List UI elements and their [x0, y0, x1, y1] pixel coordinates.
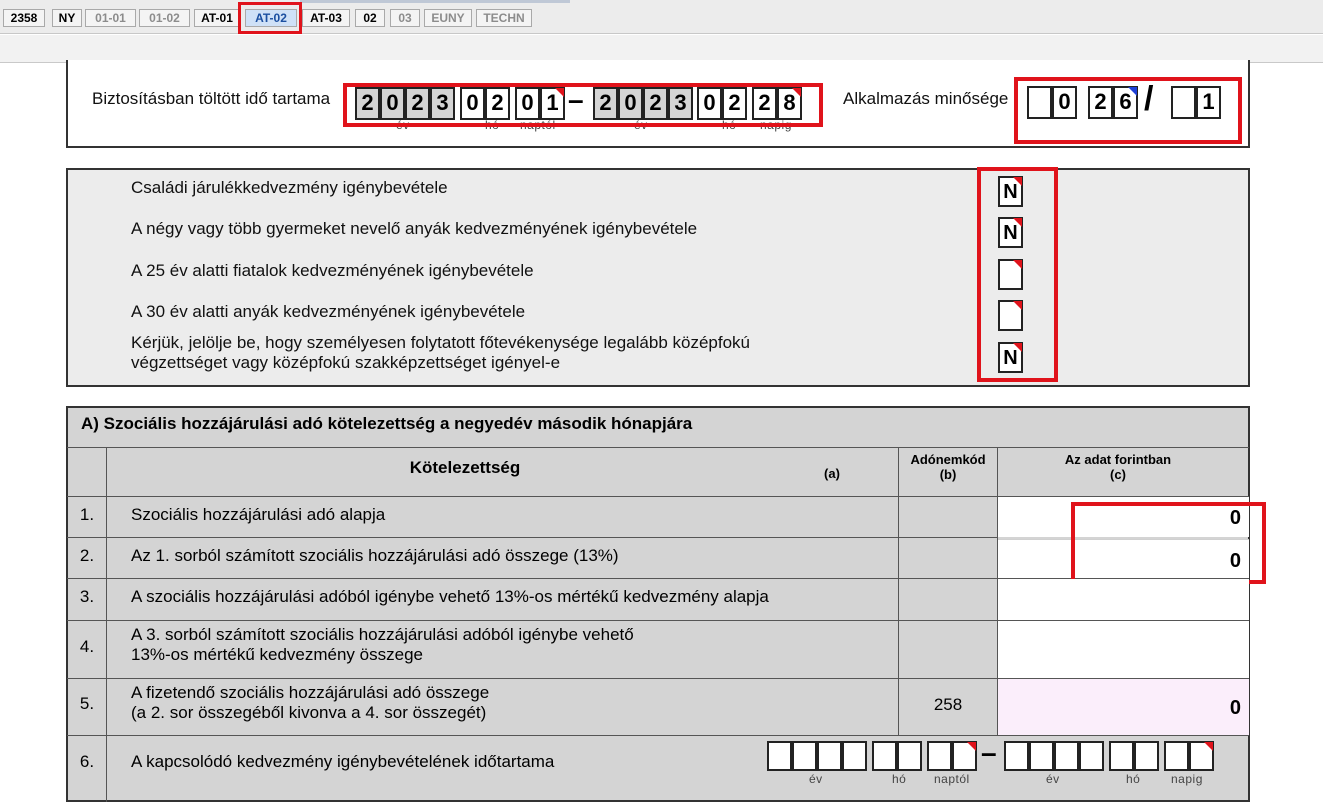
secondary-toolbar — [0, 35, 1323, 63]
employment-quality-highlight-frame — [1014, 77, 1242, 144]
row-number: 3. — [79, 587, 95, 606]
benefit-question-1: Családi járulékkedvezmény igénybevétele — [131, 178, 448, 197]
row-number: 4. — [79, 637, 95, 656]
tab-03[interactable]: 03 — [390, 9, 420, 27]
row-number: 1. — [79, 505, 95, 524]
row6-to-year-digit-4[interactable] — [1079, 741, 1104, 771]
row6-from-month-sublabel: hó — [892, 772, 907, 786]
benefit-question-5-line2: végzettséget vagy középfokú szakképzetts… — [131, 353, 561, 372]
employment-quality-label: Alkalmazás minősége — [843, 89, 1009, 108]
header-amount: Az adat forintban — [1064, 452, 1172, 467]
tab-01-02[interactable]: 01-02 — [139, 9, 190, 27]
row6-from-day-digit-2[interactable] — [952, 741, 977, 771]
row5-value-output: 0 — [998, 679, 1249, 735]
row4-value-input[interactable] — [998, 621, 1249, 678]
row-label: Szociális hozzájárulási adó alapja — [131, 505, 386, 524]
active-tab-highlight — [238, 2, 302, 34]
row6-from-year-digit-3[interactable] — [817, 741, 842, 771]
row6-to-year-sublabel: év — [1046, 772, 1060, 786]
row6-from-year-digit-2[interactable] — [792, 741, 817, 771]
row6-from-year-digit-1[interactable] — [767, 741, 792, 771]
header-obligation: Kötelezettség — [409, 458, 521, 477]
row3-value-input[interactable] — [998, 579, 1249, 620]
tab-01-01[interactable]: 01-01 — [85, 9, 136, 27]
table-line — [898, 447, 899, 735]
header-col-a: (a) — [824, 466, 840, 481]
row6-to-year-digit-1[interactable] — [1004, 741, 1029, 771]
tab-at-01[interactable]: AT-01 — [194, 9, 240, 27]
row6-separator: – — [981, 737, 997, 768]
row6-from-day-digit-1[interactable] — [927, 741, 952, 771]
benefit-question-2: A négy vagy több gyermeket nevelő anyák … — [131, 219, 698, 238]
table-line — [106, 447, 107, 802]
header-tax-code: Adónemkód — [910, 452, 986, 467]
tab-2358[interactable]: 2358 — [3, 9, 45, 27]
row6-from-month-digit-1[interactable] — [872, 741, 897, 771]
tabbar-accent-line — [300, 0, 570, 3]
benefit-question-4: A 30 év alatti anyák kedvezményének igén… — [131, 302, 526, 321]
row-number: 5. — [79, 694, 95, 713]
benefit-question-3: A 25 év alatti fiatalok kedvezményének i… — [131, 261, 534, 280]
values-highlight-frame — [1071, 502, 1266, 584]
benefit-answers-highlight-frame — [977, 167, 1058, 382]
row6-from-year-sublabel: év — [809, 772, 823, 786]
row6-from-year-digit-4[interactable] — [842, 741, 867, 771]
row6-from-day-sublabel: naptól — [934, 772, 970, 786]
row6-from-month-digit-2[interactable] — [897, 741, 922, 771]
row-label-line1: A 3. sorból számított szociális hozzájár… — [131, 625, 634, 644]
row-label-line1: A fizetendő szociális hozzájárulási adó … — [131, 683, 490, 702]
tab-at-03[interactable]: AT-03 — [302, 9, 350, 27]
row6-to-year-digit-3[interactable] — [1054, 741, 1079, 771]
table-line — [67, 537, 998, 538]
row-label-line2: (a 2. sor összegéből kivonva a 4. sor ös… — [131, 703, 487, 722]
row-label: A kapcsolódó kedvezmény igénybevételének… — [131, 752, 555, 771]
row6-to-year-digit-2[interactable] — [1029, 741, 1054, 771]
period-highlight-frame — [343, 83, 823, 127]
table-line — [67, 735, 1249, 736]
benefit-question-5-line1: Kérjük, jelölje be, hogy személyesen fol… — [131, 333, 750, 352]
section-a-title: A) Szociális hozzájárulási adó kötelezet… — [81, 414, 693, 433]
header-col-c: (c) — [1110, 467, 1126, 482]
row-label: Az 1. sorból számított szociális hozzájá… — [131, 546, 619, 565]
row6-to-day-sublabel: napig — [1171, 772, 1203, 786]
tab-02[interactable]: 02 — [355, 9, 385, 27]
row6-to-day-digit-1[interactable] — [1164, 741, 1189, 771]
table-line — [67, 447, 1249, 448]
row-number: 2. — [79, 546, 95, 565]
row-label: A szociális hozzájárulási adóból igénybe… — [131, 587, 769, 606]
row-number: 6. — [79, 752, 95, 771]
insurance-period-label: Biztosításban töltött idő tartama — [92, 89, 331, 108]
tab-ny[interactable]: NY — [52, 9, 82, 27]
tab-euny[interactable]: EUNY — [424, 9, 472, 27]
row-label-line2: 13%-os mértékű kedvezmény összege — [131, 645, 423, 664]
tab-techn[interactable]: TECHN — [476, 9, 532, 27]
row6-to-day-digit-2[interactable] — [1189, 741, 1214, 771]
form-tab-bar: 2358 NY 01-01 01-02 AT-01 AT-02 AT-03 02… — [0, 0, 1323, 34]
row6-to-month-sublabel: hó — [1126, 772, 1141, 786]
row5-tax-code: 258 — [933, 695, 963, 714]
row6-to-month-digit-2[interactable] — [1134, 741, 1159, 771]
header-col-b: (b) — [939, 467, 957, 482]
row6-to-month-digit-1[interactable] — [1109, 741, 1134, 771]
